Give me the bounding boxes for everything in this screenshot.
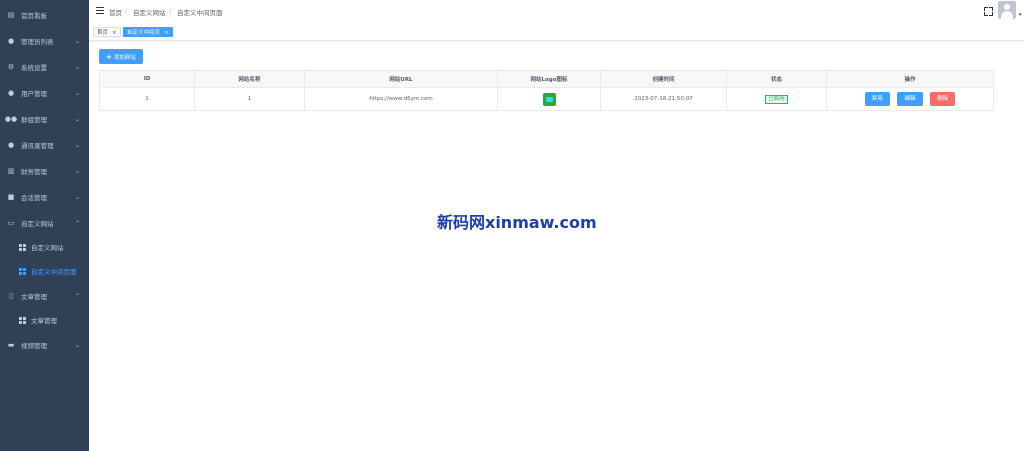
sidebar-item-label: 首页看板 [21, 12, 47, 20]
cell-created: 2023-07-18 21:50:07 [600, 87, 727, 111]
user-icon: ● [7, 37, 15, 45]
sites-table: ID 网站名称 网站URL 网站Logo图标 创建时间 状态 操作 1 1 ht… [99, 70, 994, 111]
sidebar-item-dashboard[interactable]: ▤ 首页看板 [0, 2, 89, 28]
grid-icon [18, 243, 26, 251]
dashboard-icon: ▤ [7, 11, 15, 19]
caret-down-icon[interactable]: ▾ [1019, 12, 1022, 18]
monitor-icon: ▭ [7, 219, 15, 227]
disable-button[interactable]: 禁用 [864, 92, 890, 106]
tags-view: 首页 × 自定义中间页 × [89, 24, 1024, 41]
delete-button[interactable]: 删除 [930, 92, 956, 106]
chevron-down-icon: ⌄ [75, 193, 81, 201]
hamburger-icon[interactable] [96, 7, 104, 14]
chevron-down-icon: ⌄ [75, 341, 81, 349]
document-icon: ▯ [9, 292, 13, 300]
breadcrumb-custom-sites[interactable]: 自定义网站 [133, 7, 166, 17]
close-icon[interactable]: × [164, 30, 169, 36]
sidebar-item-videos[interactable]: ▬ 视频管理 ⌄ [0, 332, 89, 358]
chevron-down-icon: ⌄ [75, 63, 81, 71]
breadcrumb-current: 自定义中间页面 [177, 9, 223, 17]
tag-custom-middle-page[interactable]: 自定义中间页 × [123, 27, 173, 37]
sidebar-item-label: 通讯录管理 [21, 142, 54, 150]
sidebar-item-label: 会话管理 [21, 194, 47, 202]
sidebar-item-articles[interactable]: ▯ 文章管理 ⌃ [0, 283, 89, 309]
tag-label: 自定义中间页 [127, 30, 161, 36]
column-header: 操作 [826, 70, 994, 88]
breadcrumb-home[interactable]: 首页 [109, 7, 122, 17]
sidebar-item-custom-sites[interactable]: ▭ 自定义网站 ⌃ [0, 210, 89, 236]
sidebar-item-label: 文章管理 [31, 317, 57, 325]
breadcrumb-separator: / [169, 7, 172, 15]
group-icon: ●● [4, 115, 18, 123]
sidebar-item-sessions[interactable]: ■ 会话管理 ⌄ [0, 184, 89, 210]
plus-icon: + [106, 52, 112, 61]
cell-status: 已启用 [726, 87, 827, 111]
chat-icon: ■ [7, 193, 15, 201]
tag-home[interactable]: 首页 × [93, 27, 121, 37]
user-icon: ● [7, 89, 15, 97]
grid-icon [18, 267, 26, 275]
avatar[interactable] [998, 1, 1016, 19]
site-logo-icon [542, 92, 556, 106]
cell-name: 1 [194, 87, 305, 111]
sidebar-item-label: 管理员列表 [21, 38, 54, 46]
sidebar-item-label: 文章管理 [21, 293, 47, 301]
chevron-down-icon: ⌄ [75, 37, 81, 45]
sidebar-item-label: 视频管理 [21, 342, 47, 350]
chevron-up-icon: ⌃ [75, 219, 81, 227]
sidebar-item-users[interactable]: ● 用户管理 ⌄ [0, 80, 89, 106]
add-site-button[interactable]: + 添加网站 [99, 49, 143, 64]
sidebar-subitem-custom-site[interactable]: 自定义网站 [0, 234, 89, 260]
settings-icon: ⚙ [7, 63, 15, 71]
tag-label: 首页 [97, 30, 109, 36]
watermark: 新码网xinmaw.com [437, 213, 597, 232]
sidebar: ▤ 首页看板 ● 管理员列表 ⌄ ⚙ 系统设置 ⌄ ● 用户管理 ⌄ ●● 群组… [0, 0, 89, 451]
column-header: ID [99, 70, 195, 88]
status-badge: 已启用 [765, 94, 788, 104]
fullscreen-icon[interactable] [984, 7, 993, 16]
chevron-up-icon: ⌃ [75, 292, 81, 300]
chevron-down-icon: ⌄ [75, 141, 81, 149]
sidebar-item-label: 自定义网站 [31, 244, 64, 252]
sidebar-item-label: 群组管理 [21, 116, 47, 124]
sidebar-item-groups[interactable]: ●● 群组管理 ⌄ [0, 106, 89, 132]
grid-icon [18, 316, 26, 324]
cell-url: https://www.d6ym.com [304, 87, 498, 111]
sidebar-item-label: 用户管理 [21, 90, 47, 98]
column-header: 状态 [726, 70, 827, 88]
close-icon[interactable]: × [112, 30, 117, 36]
cell-actions: 禁用 编辑 删除 [826, 87, 994, 111]
sidebar-item-label: 自定义中间页面 [31, 268, 77, 276]
chevron-down-icon: ⌄ [75, 115, 81, 123]
sidebar-item-finance[interactable]: ▥ 财务管理 ⌄ [0, 158, 89, 184]
top-navbar: 首页 / 自定义网站 / 自定义中间页面 ▾ [89, 0, 1024, 25]
column-header: 创建时间 [600, 70, 727, 88]
sidebar-item-admins[interactable]: ● 管理员列表 ⌄ [0, 28, 89, 54]
cell-id: 1 [99, 87, 195, 111]
sidebar-item-label: 财务管理 [21, 168, 47, 176]
video-icon: ▬ [7, 341, 15, 349]
sidebar-item-label: 自定义网站 [21, 220, 54, 228]
contacts-icon: ● [7, 141, 15, 149]
add-site-label: 添加网站 [113, 54, 136, 61]
table-row: 1 1 https://www.d6ym.com 2023-07-18 21:5… [99, 87, 994, 111]
sidebar-item-contacts[interactable]: ● 通讯录管理 ⌄ [0, 132, 89, 158]
finance-icon: ▥ [7, 167, 15, 175]
breadcrumb-separator: / [125, 7, 128, 15]
sidebar-subitem-articles[interactable]: 文章管理 [0, 307, 89, 333]
column-header: 网站Logo图标 [497, 70, 601, 88]
table-header-row: ID 网站名称 网站URL 网站Logo图标 创建时间 状态 操作 [99, 70, 994, 88]
column-header: 网站URL [304, 70, 498, 88]
sidebar-item-label: 系统设置 [21, 64, 47, 72]
chevron-down-icon: ⌄ [75, 167, 81, 175]
column-header: 网站名称 [194, 70, 305, 88]
sidebar-subitem-custom-middle-page[interactable]: 自定义中间页面 [0, 258, 89, 284]
cell-logo [497, 87, 601, 111]
edit-button[interactable]: 编辑 [897, 92, 923, 106]
sidebar-item-settings[interactable]: ⚙ 系统设置 ⌄ [0, 54, 89, 80]
chevron-down-icon: ⌄ [75, 89, 81, 97]
